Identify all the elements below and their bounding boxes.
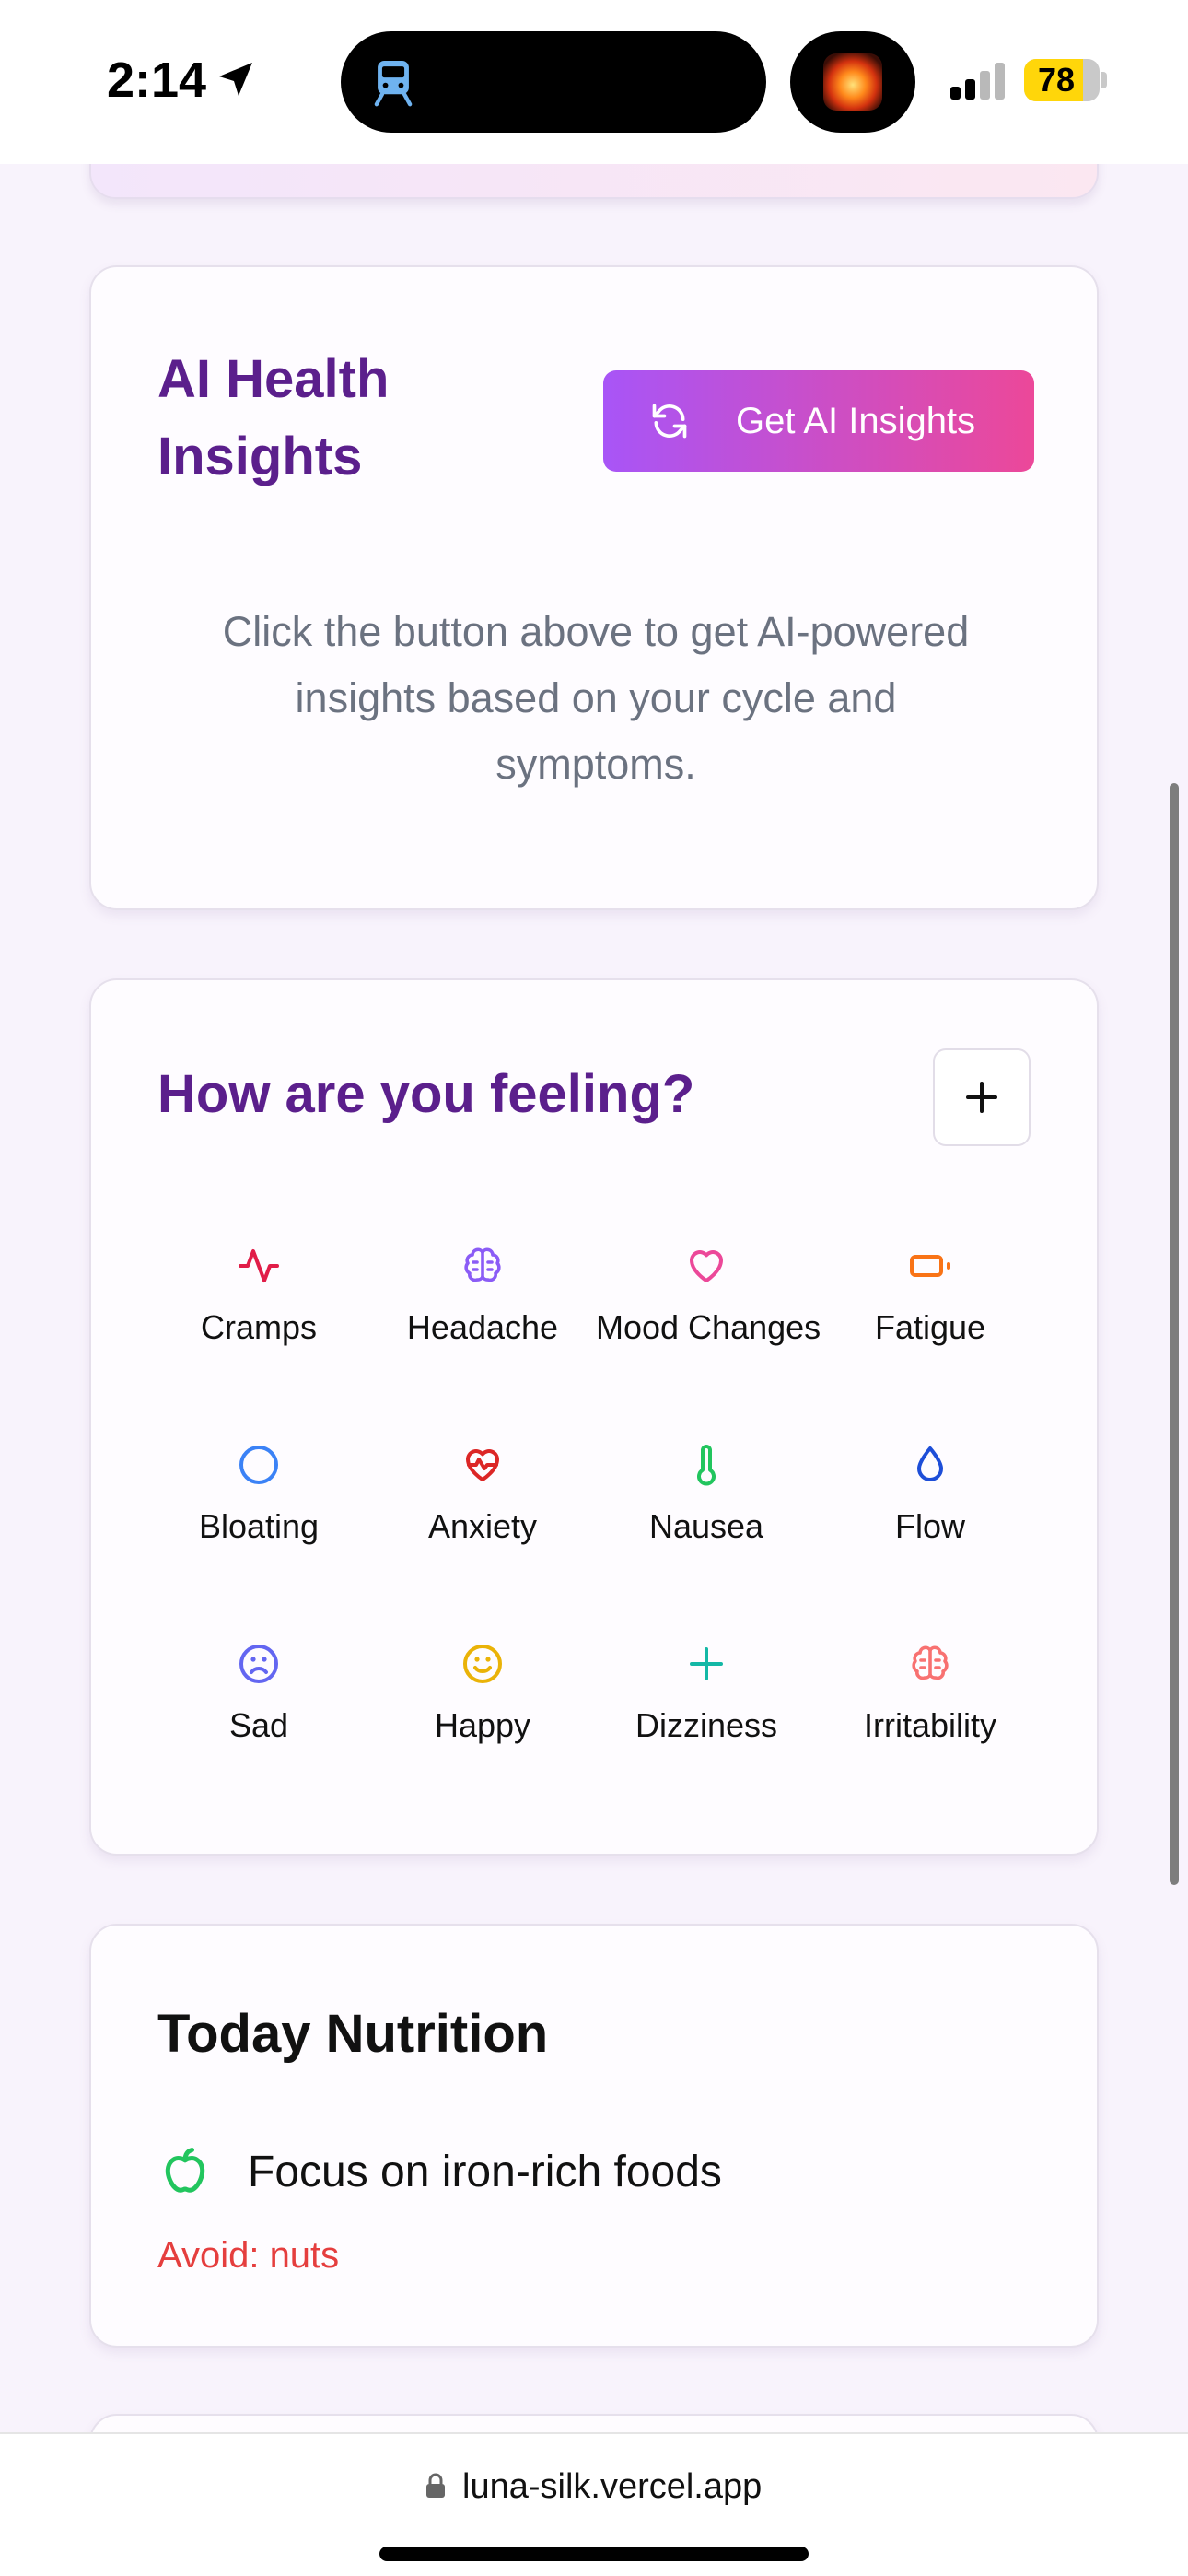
battery-indicator: 78 <box>1024 59 1100 101</box>
symptom-label: Cramps <box>200 1308 318 1346</box>
status-bar: 2:14 78 <box>0 0 1188 164</box>
symptom-label: Irritability <box>863 1706 997 1744</box>
symptom-mood-changes[interactable]: Mood Changes <box>596 1244 821 1347</box>
apple-icon <box>165 2148 205 2193</box>
symptom-label: Bloating <box>198 1507 320 1545</box>
feelings-card: How are you feeling? Cramps Headache Moo… <box>89 978 1099 1856</box>
status-time: 2:14 <box>107 53 207 108</box>
symptom-dizziness[interactable]: Dizziness <box>596 1642 817 1745</box>
nutrition-avoid: Avoid: nuts <box>157 2235 340 2276</box>
battery-low-icon <box>910 1255 950 1277</box>
brain-icon <box>464 1247 501 1282</box>
plus-icon <box>966 1082 997 1113</box>
symptom-label: Happy <box>434 1706 531 1744</box>
app-icon <box>823 53 882 111</box>
circle-icon <box>239 1446 278 1484</box>
cellular-signal-icon <box>950 63 1005 100</box>
heart-pulse-icon <box>466 1449 499 1481</box>
url-text[interactable]: luna-silk.vercel.app <box>462 2467 762 2507</box>
nutrition-focus: Focus on iron-rich foods <box>248 2148 722 2196</box>
symptom-anxiety[interactable]: Anxiety <box>372 1443 593 1546</box>
ai-insights-description: Click the button above to get AI-powered… <box>222 608 970 788</box>
home-indicator[interactable] <box>379 2547 809 2561</box>
droplet-icon <box>917 1446 943 1481</box>
browser-address-bar[interactable]: luna-silk.vercel.app <box>0 2432 1188 2576</box>
symptom-flow[interactable]: Flow <box>820 1443 1041 1546</box>
symptom-label: Headache <box>406 1308 559 1346</box>
ai-insights-title: AI Health Insights <box>157 349 390 486</box>
nutrition-title: Today Nutrition <box>157 2004 549 2064</box>
smile-icon <box>463 1645 502 1683</box>
feelings-title: How are you feeling? <box>157 1064 695 1124</box>
activity-icon <box>239 1249 279 1282</box>
train-icon <box>374 61 413 107</box>
add-symptom-button[interactable] <box>933 1048 1031 1146</box>
nutrition-card: Today Nutrition Focus on iron-rich foods… <box>89 1924 1099 2348</box>
symptom-sad[interactable]: Sad <box>148 1642 369 1745</box>
scrollbar[interactable] <box>1170 783 1179 1885</box>
symptom-irritability[interactable]: Irritability <box>820 1642 1041 1745</box>
symptom-happy[interactable]: Happy <box>372 1642 593 1745</box>
battery-percent: 78 <box>1037 61 1076 99</box>
symptom-label: Flow <box>894 1507 965 1545</box>
ai-insights-card: AI Health Insights Get AI Insights Click… <box>89 265 1099 910</box>
symptom-label: Nausea <box>648 1507 764 1545</box>
location-arrow-icon <box>219 63 252 96</box>
battery-nub <box>1101 72 1107 88</box>
symptom-label: Fatigue <box>874 1308 986 1346</box>
symptom-label: Dizziness <box>635 1706 778 1744</box>
symptom-nausea[interactable]: Nausea <box>596 1443 817 1546</box>
symptom-headache[interactable]: Headache <box>372 1244 593 1347</box>
thermometer-icon <box>697 1445 716 1486</box>
symptom-bloating[interactable]: Bloating <box>148 1443 369 1546</box>
get-ai-insights-button[interactable]: Get AI Insights <box>603 370 1034 472</box>
symptom-label: Anxiety <box>427 1507 538 1545</box>
symptom-label: Mood Changes <box>596 1308 821 1346</box>
heart-icon <box>690 1250 723 1282</box>
symptom-fatigue[interactable]: Fatigue <box>820 1244 1041 1347</box>
dynamic-island[interactable] <box>341 31 766 133</box>
refresh-icon <box>652 404 687 439</box>
get-ai-insights-label: Get AI Insights <box>736 401 976 441</box>
plus-icon <box>690 1647 723 1680</box>
frown-icon <box>239 1645 278 1683</box>
lock-icon <box>426 2473 445 2498</box>
live-activity[interactable] <box>790 31 915 133</box>
symptom-label: Sad <box>228 1706 289 1744</box>
symptom-cramps[interactable]: Cramps <box>148 1244 369 1347</box>
brain-icon <box>912 1645 949 1680</box>
